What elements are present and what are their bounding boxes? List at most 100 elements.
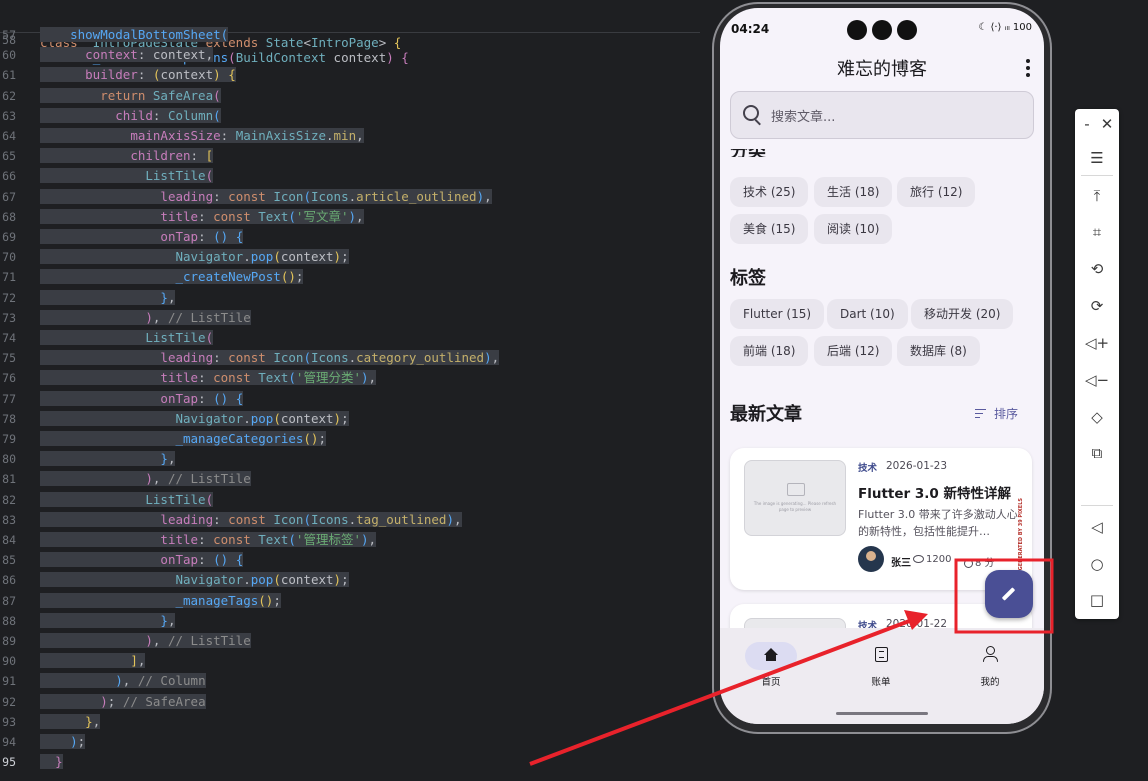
home-icon	[764, 648, 778, 662]
close-icon[interactable]: ✕	[1097, 111, 1117, 137]
line-number: 81	[2, 472, 16, 487]
home-icon[interactable]: ○	[1084, 551, 1110, 577]
tag-chip[interactable]: Dart (10)	[827, 299, 908, 329]
line-number: 61	[2, 68, 16, 83]
line-number: 74	[2, 331, 16, 345]
post-category: 技术	[858, 463, 878, 474]
post-title: Flutter 3.0 新特性详解	[858, 486, 1011, 502]
line-number: 57	[2, 28, 16, 42]
line-number: 88	[2, 613, 16, 628]
search-input[interactable]: 搜索文章...	[730, 91, 1034, 139]
nav-indicator	[855, 642, 907, 670]
code-text: },	[40, 288, 176, 308]
category-chip[interactable]: 技术 (25)	[730, 177, 809, 207]
nav-item-profile[interactable]: 我的	[950, 642, 1030, 688]
code-text: );	[40, 732, 86, 752]
code-text: ListTile(	[40, 166, 214, 186]
multi-display-icon[interactable]: ⧉	[1084, 440, 1110, 466]
thumbnail-placeholder-text: The image is generating... Please refres…	[753, 501, 837, 512]
category-chip[interactable]: 旅行 (12)	[897, 177, 976, 207]
tag-chip[interactable]: Flutter (15)	[730, 299, 825, 329]
camera-cutout-icon	[847, 20, 867, 40]
line-number: 76	[2, 371, 16, 386]
crop-icon[interactable]: ⌗	[1084, 219, 1110, 245]
tag-chip[interactable]: 移动开发 (20)	[911, 299, 1014, 329]
create-post-fab[interactable]	[985, 570, 1033, 618]
code-editor[interactable]: 69 class _IntroPageState extends State<I…	[0, 0, 700, 781]
code-text: ), // Column	[40, 671, 206, 691]
line-number: 85	[2, 553, 16, 568]
nav-indicator	[745, 642, 797, 670]
tags-heading: 标签	[730, 268, 766, 289]
line-number: 94	[2, 735, 16, 749]
code-text: child: Column(	[40, 106, 221, 126]
tag-chip[interactable]: 前端 (18)	[730, 336, 809, 366]
bottom-navigation[interactable]: 首页 账单 我的	[720, 628, 1044, 724]
code-text: leading: const Icon(Icons.category_outli…	[40, 348, 500, 368]
shake-icon[interactable]: ◇	[1084, 404, 1110, 430]
code-text: title: const Text('管理标签'),	[40, 530, 377, 550]
code-text: _manageTags();	[40, 591, 281, 611]
post-read-time: 8 分	[964, 554, 995, 569]
nav-label: 账单	[871, 677, 891, 688]
tag-chip[interactable]: 数据库 (8)	[897, 336, 980, 366]
line-number: 78	[2, 411, 16, 426]
menu-icon[interactable]: ☰	[1084, 145, 1110, 171]
sort-label: 排序	[993, 407, 1018, 421]
line-number: 65	[2, 149, 16, 164]
categories-heading: 分类	[730, 149, 770, 157]
line-number: 92	[2, 694, 16, 709]
camera-cutout-icon	[897, 20, 917, 40]
code-text: title: const Text('管理分类'),	[40, 368, 377, 388]
category-chip[interactable]: 美食 (15)	[730, 214, 809, 244]
line-number: 90	[2, 654, 16, 669]
line-number: 64	[2, 129, 16, 143]
nav-item-ledger[interactable]: 账单	[841, 642, 921, 688]
post-card[interactable]: The image is generating... Please refres…	[730, 448, 1032, 590]
system-status-icons: ☾ ⟨·⟩ ᵢₗₗ 100	[978, 22, 1032, 33]
volume-up-icon[interactable]: ◁+	[1084, 330, 1110, 356]
eye-icon	[913, 555, 924, 563]
post-excerpt: Flutter 3.0 带来了许多激动人心的新特性，包括性能提升…	[858, 508, 1018, 538]
minimize-icon[interactable]: -	[1077, 111, 1097, 137]
code-text: showModalBottomSheet(	[40, 25, 229, 45]
code-text: title: const Text('写文章'),	[40, 207, 364, 227]
avatar	[858, 546, 884, 572]
volume-down-icon[interactable]: ◁−	[1084, 367, 1110, 393]
line-number: 69	[2, 230, 16, 244]
code-text: ), // ListTile	[40, 631, 251, 651]
nav-item-home[interactable]: 首页	[731, 642, 811, 688]
code-text: children: [	[40, 146, 214, 166]
tag-chip[interactable]: 后端 (12)	[814, 336, 893, 366]
emulator-toolbar[interactable]: - ✕ ☰ ⤒ ⌗ ⟲ ⟳ ◁+ ◁− ◇ ⧉ ◁ ○ □	[1075, 109, 1119, 619]
sort-button[interactable]: 排序	[974, 405, 1018, 422]
code-text: return SafeArea(	[40, 86, 221, 106]
category-chip[interactable]: 生活 (18)	[814, 177, 893, 207]
pin-top-icon[interactable]: ⤒	[1084, 183, 1110, 209]
person-icon	[983, 646, 998, 662]
more-vert-icon[interactable]	[1026, 59, 1030, 77]
line-number: 70	[2, 250, 16, 265]
code-text: ); // SafeArea	[40, 692, 206, 712]
post-date: 2026-01-23	[886, 460, 948, 472]
post-views: 1200	[913, 554, 951, 565]
search-placeholder: 搜索文章...	[771, 110, 836, 125]
rotate-left-icon[interactable]: ⟲	[1084, 256, 1110, 282]
overview-icon[interactable]: □	[1084, 587, 1110, 613]
code-text: ), // ListTile	[40, 308, 251, 328]
edit-icon	[1001, 587, 1016, 601]
code-text: Navigator.pop(context);	[40, 247, 349, 267]
camera-cutout-icon	[872, 20, 892, 40]
line-number: 82	[2, 492, 16, 507]
code-text: _createNewPost();	[40, 267, 304, 287]
rotate-right-icon[interactable]: ⟳	[1084, 293, 1110, 319]
phone-screen[interactable]: 04:24 ☾ ⟨·⟩ ᵢₗₗ 100 难忘的博客 搜索文章... 分类 技术 …	[720, 8, 1044, 724]
category-chip[interactable]: 阅读 (10)	[814, 214, 893, 244]
line-number: 79	[2, 432, 16, 446]
code-text: },	[40, 611, 176, 631]
line-number: 66	[2, 169, 16, 184]
post-author: 张三	[891, 558, 911, 569]
nav-label: 我的	[980, 677, 1000, 688]
back-icon[interactable]: ◁	[1084, 514, 1110, 540]
code-text: },	[40, 712, 101, 732]
